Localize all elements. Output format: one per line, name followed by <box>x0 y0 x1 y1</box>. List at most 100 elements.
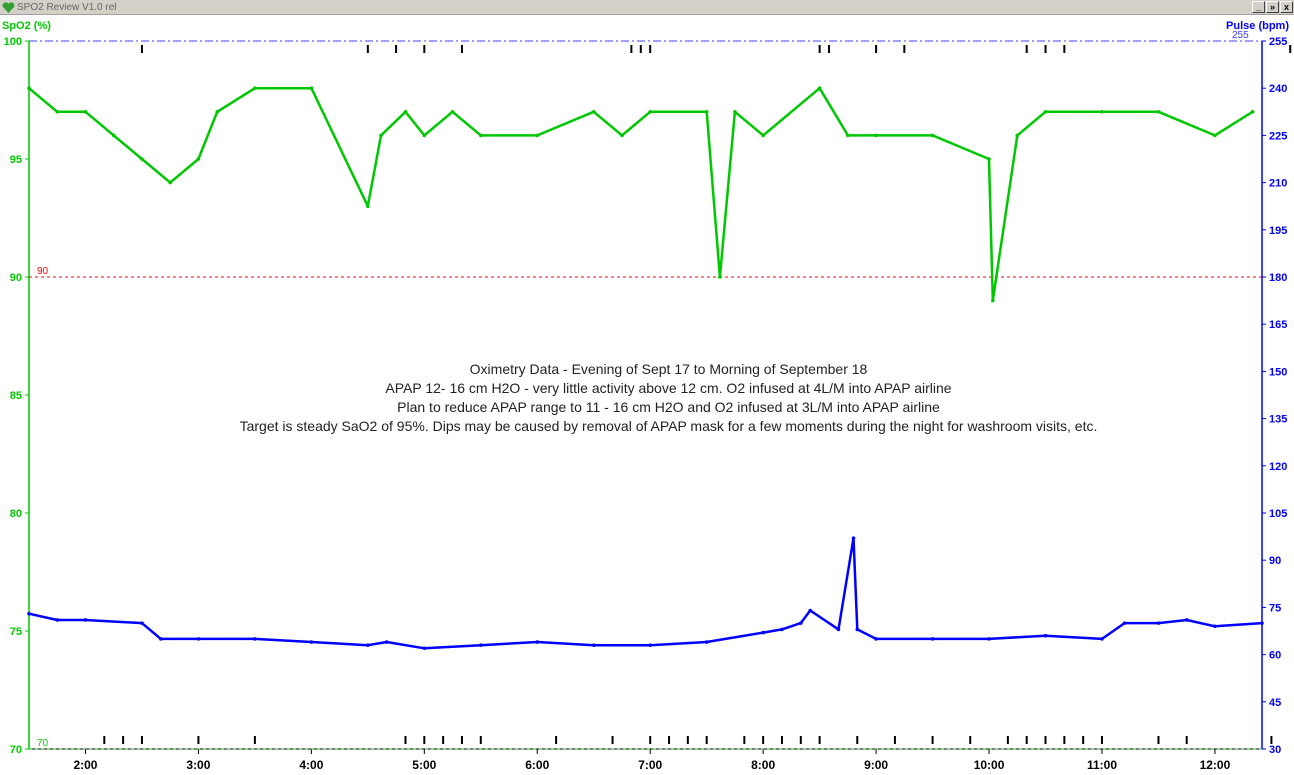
event-mark-top <box>903 45 906 53</box>
x-tick-label: 8:00 <box>751 758 775 772</box>
event-mark-bottom <box>743 736 746 744</box>
event-mark-bottom <box>780 736 783 744</box>
event-mark-bottom <box>649 736 652 744</box>
right-tick-label: 60 <box>1269 650 1281 662</box>
data-point <box>309 640 314 644</box>
close-button[interactable]: x <box>1280 1 1293 13</box>
data-point <box>718 275 722 279</box>
event-mark-top <box>828 45 831 53</box>
reference-line-label: 70 <box>37 738 49 749</box>
heart-icon <box>2 2 15 13</box>
annotation-line: Oximetry Data - Evening of Sept 17 to Mo… <box>470 361 868 377</box>
data-point <box>379 133 383 138</box>
event-mark-bottom <box>1157 736 1160 744</box>
event-mark-bottom <box>705 736 708 744</box>
data-point <box>930 637 935 641</box>
event-mark-top <box>140 45 143 53</box>
event-mark-bottom <box>818 736 821 744</box>
event-mark-top <box>1063 45 1066 53</box>
restore-button[interactable]: » <box>1266 1 1279 13</box>
data-point <box>1213 624 1217 629</box>
event-mark-bottom <box>442 736 445 744</box>
data-point <box>403 110 408 114</box>
event-mark-bottom <box>762 736 765 744</box>
data-point <box>55 110 60 114</box>
right-tick-label: 45 <box>1269 697 1281 709</box>
data-point <box>855 627 860 632</box>
data-point <box>851 536 856 540</box>
annotation-line: Plan to reduce APAP range to 11 - 16 cm … <box>397 399 940 415</box>
event-mark-top <box>460 45 463 53</box>
right-tick-label: 150 <box>1269 366 1287 378</box>
event-mark-bottom <box>423 736 426 744</box>
data-point <box>1043 633 1048 638</box>
left-tick-label: 80 <box>10 508 22 520</box>
event-mark-top <box>1025 45 1028 53</box>
data-point <box>140 621 144 625</box>
data-point <box>930 133 935 138</box>
right-tick-label: 180 <box>1269 272 1287 284</box>
data-point <box>591 643 596 647</box>
left-tick-label: 85 <box>10 390 22 402</box>
data-point <box>1250 110 1255 114</box>
event-mark-top <box>366 45 369 53</box>
data-point <box>991 298 995 303</box>
data-point <box>253 637 257 641</box>
minimize-button[interactable]: _ <box>1252 1 1265 13</box>
data-point <box>1100 110 1104 114</box>
data-point <box>1184 618 1189 622</box>
data-point <box>27 86 31 90</box>
data-point <box>478 133 483 138</box>
x-tick-label: 3:00 <box>186 758 210 772</box>
data-point <box>1015 133 1020 138</box>
data-point <box>215 110 220 114</box>
data-point <box>196 157 201 161</box>
data-point <box>366 643 370 647</box>
window-title: SPO2 Review V1.0 rel <box>17 2 117 13</box>
annotation-line: Target is steady SaO2 of 95%. Dips may b… <box>240 418 1098 434</box>
x-tick-label: 5:00 <box>412 758 436 772</box>
data-point <box>704 110 709 114</box>
data-point <box>733 110 737 114</box>
event-mark-bottom <box>969 736 972 744</box>
data-point <box>253 86 257 90</box>
data-point <box>987 637 991 641</box>
event-mark-bottom <box>931 736 934 744</box>
data-point <box>196 637 201 641</box>
data-point <box>780 627 784 632</box>
data-point <box>309 86 314 90</box>
event-mark-bottom <box>856 736 859 744</box>
event-mark-bottom <box>253 736 256 744</box>
left-tick-label: 75 <box>10 626 22 638</box>
data-point <box>761 133 765 138</box>
event-mark-bottom <box>1270 736 1273 744</box>
data-point <box>140 157 144 161</box>
data-point <box>27 611 31 616</box>
reference-line-label: 90 <box>37 266 49 277</box>
right-tick-label: 105 <box>1269 508 1287 520</box>
data-point <box>450 110 455 114</box>
right-tick-label: 225 <box>1269 130 1287 142</box>
data-point <box>478 643 483 647</box>
event-mark-bottom <box>1185 736 1188 744</box>
data-point <box>1043 110 1048 114</box>
right-tick-label: 165 <box>1269 319 1287 331</box>
data-point <box>817 86 822 90</box>
data-point <box>846 133 850 138</box>
x-tick-label: 9:00 <box>864 758 888 772</box>
data-point <box>874 637 878 641</box>
event-mark-bottom <box>460 736 463 744</box>
data-point <box>83 110 88 114</box>
left-tick-label: 100 <box>4 36 22 48</box>
x-tick-label: 10:00 <box>974 758 1005 772</box>
event-mark-bottom <box>799 736 802 744</box>
event-mark-bottom <box>611 736 614 744</box>
event-mark-bottom <box>555 736 558 744</box>
data-point <box>422 646 427 651</box>
data-point <box>799 621 803 625</box>
right-axis-label: Pulse (bpm) <box>1226 20 1289 32</box>
event-mark-top <box>1289 45 1292 53</box>
event-mark-top <box>395 45 398 53</box>
data-point <box>808 608 813 613</box>
event-mark-top <box>875 45 878 53</box>
